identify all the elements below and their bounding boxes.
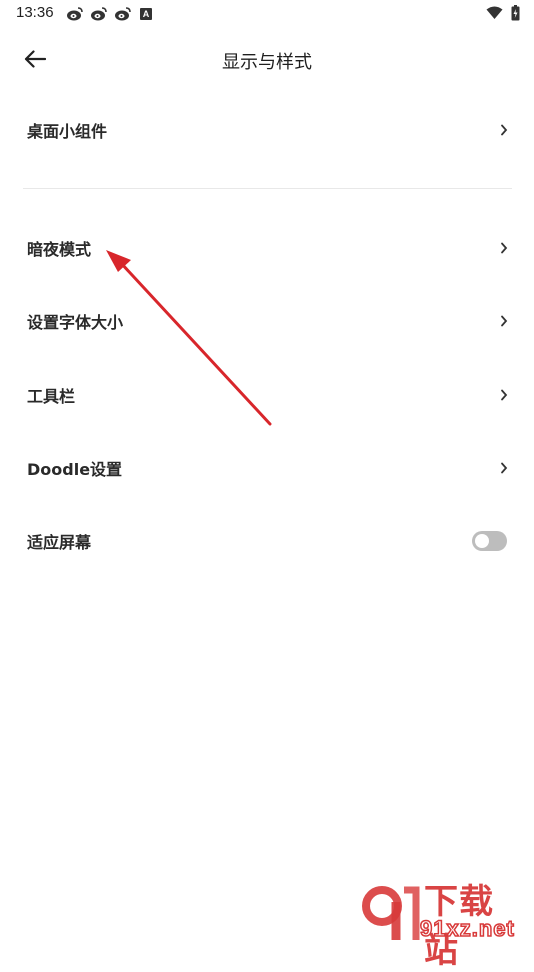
settings-item-dark-mode[interactable]: 暗夜模式 <box>0 222 534 274</box>
system-icons <box>486 5 520 21</box>
watermark-logo <box>362 886 420 940</box>
watermark: 下载站 91xz.net <box>358 874 528 971</box>
settings-item-doodle[interactable]: Doodle设置 <box>0 442 534 494</box>
chevron-right-icon <box>501 242 508 254</box>
settings-item-label: 工具栏 <box>27 387 76 406</box>
weibo-icon <box>67 7 83 21</box>
chevron-right-icon <box>501 389 508 401</box>
settings-item-label: Doodle设置 <box>27 460 123 479</box>
weibo-icon <box>91 7 107 21</box>
fit-screen-toggle[interactable] <box>472 531 507 551</box>
settings-item-label: 设置字体大小 <box>27 313 124 332</box>
toggle-knob <box>475 534 489 548</box>
app-header: 显示与样式 <box>0 28 534 90</box>
chevron-right-icon <box>501 315 508 327</box>
battery-charging-icon <box>511 5 520 21</box>
notification-icons: A <box>66 6 152 21</box>
settings-item-label: 桌面小组件 <box>27 122 108 141</box>
wifi-icon <box>486 6 503 19</box>
chevron-right-icon <box>501 462 508 474</box>
settings-item-label: 暗夜模式 <box>27 240 92 259</box>
settings-item-fit-screen: 适应屏幕 <box>0 515 534 567</box>
status-bar: 13:36 A <box>0 0 534 28</box>
a-badge-icon: A <box>140 7 152 20</box>
settings-item-widgets[interactable]: 桌面小组件 <box>0 104 534 156</box>
status-time: 13:36 <box>16 4 54 21</box>
watermark-text-bottom: 91xz.net <box>419 915 515 942</box>
chevron-right-icon <box>501 124 508 136</box>
section-divider <box>23 188 512 189</box>
weibo-icon <box>115 7 131 21</box>
settings-item-font-size[interactable]: 设置字体大小 <box>0 295 534 347</box>
page-title: 显示与样式 <box>222 52 312 73</box>
settings-item-toolbar[interactable]: 工具栏 <box>0 369 534 421</box>
settings-item-label: 适应屏幕 <box>27 533 92 552</box>
